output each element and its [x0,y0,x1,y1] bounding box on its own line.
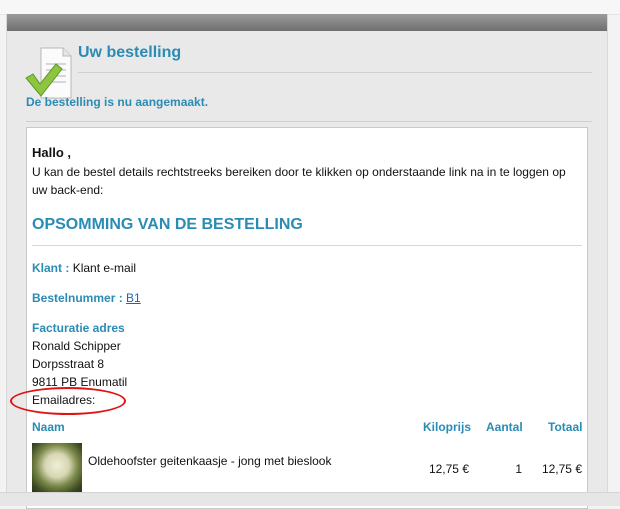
billing-street: Dorpsstraat 8 [32,357,105,371]
billing-label: Facturatie adres [32,321,125,335]
customer-label: Klant : [32,261,70,275]
column-header-name: Naam [32,420,65,434]
header-bar [7,14,607,31]
product-kiloprijs: 12,75 € [428,462,469,476]
billing-name: Ronald Schipper [32,339,121,353]
email-preview: Hallo , U kan de bestel details rechtstr… [26,127,588,509]
greeting: Hallo , [32,145,72,160]
order-number-label: Bestelnummer : [32,291,123,305]
summary-divider [32,245,582,246]
main-frame: Uw bestelling De bestelling is nu aangem… [6,14,608,509]
product-name: Oldehoofster geitenkaasje - jong met bie… [88,454,332,468]
product-table-header: Naam Kiloprijs Aantal Totaal [32,420,582,436]
customer-value: Klant e-mail [72,261,137,275]
product-image [32,443,82,493]
column-header-totaal: Totaal [548,420,583,434]
section-divider [26,121,592,122]
title-divider [78,72,592,73]
billing-city: 9811 PB Enumatil [32,375,128,389]
column-header-aantal: Aantal [486,420,523,434]
page-title: Uw bestelling [78,44,182,61]
intro-text: U kan de bestel details rechtstreeks ber… [32,165,566,197]
document-checkmark-icon [25,47,72,99]
email-address-label: Emailadres: [32,393,96,407]
summary-title: OPSOMMING VAN DE BESTELLING [32,216,303,233]
bottom-strip [0,492,620,506]
top-strip [0,0,620,15]
column-header-kiloprijs: Kiloprijs [423,420,472,434]
product-totaal: 12,75 € [541,462,582,476]
status-message: De bestelling is nu aangemaakt. [26,95,209,109]
order-number-row: Bestelnummer : B1 [32,291,141,305]
product-aantal: 1 [515,462,522,476]
customer-row: Klant : Klant e-mail [32,261,136,275]
order-number-link[interactable]: B1 [126,291,141,305]
